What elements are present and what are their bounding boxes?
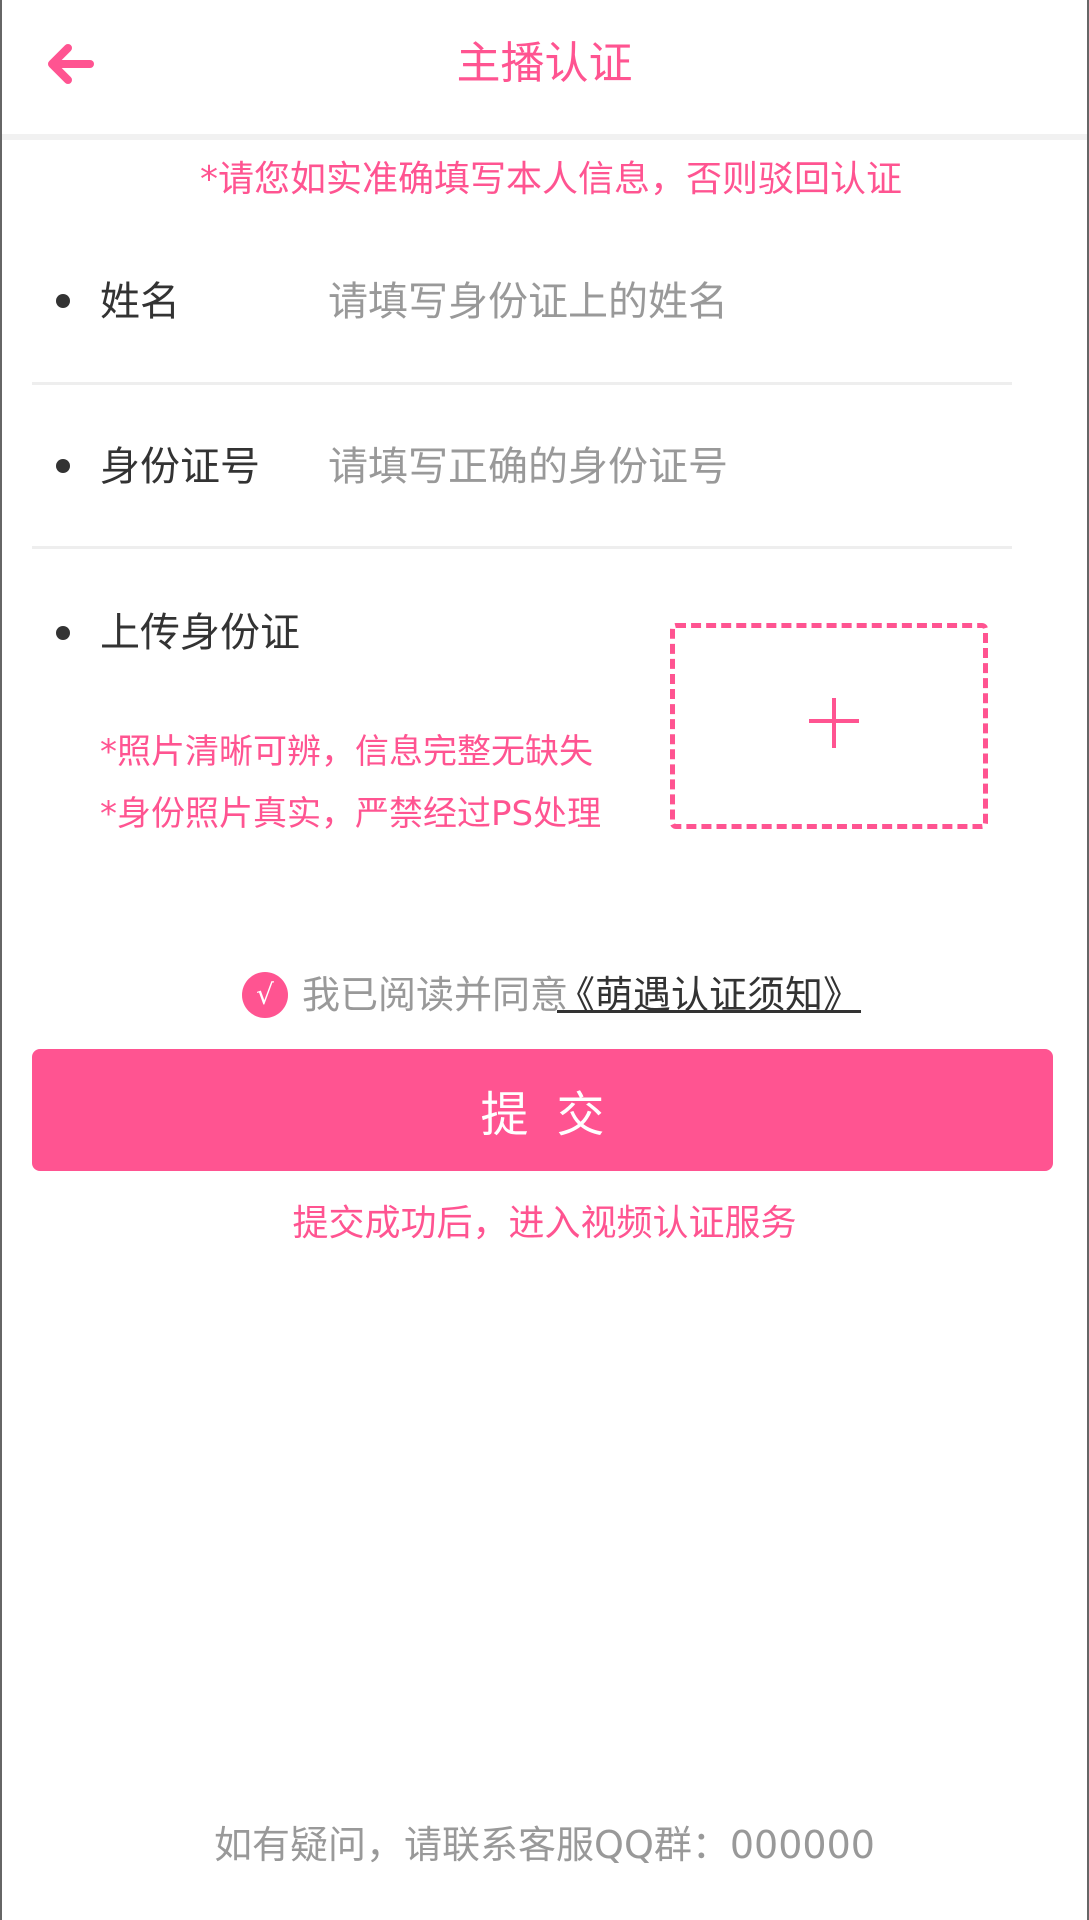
agree-text: 我已阅读并同意	[302, 973, 569, 1017]
row-divider	[32, 546, 1012, 549]
info-notice: *请您如实准确填写本人信息，否则驳回认证	[200, 159, 903, 200]
left-frame-border	[0, 0, 2, 1920]
upload-bullet	[56, 626, 70, 640]
plus-icon-vertical	[832, 698, 836, 748]
photo-tip-real: *身份照片真实，严禁经过PS处理	[100, 794, 602, 834]
photo-tip-clear: *照片清晰可辨，信息完整无缺失	[100, 732, 593, 772]
agreement-link[interactable]: 《萌遇认证须知》	[557, 968, 861, 1022]
id-number-label: 身份证号	[100, 444, 260, 490]
upload-id-photo-box[interactable]	[670, 623, 988, 829]
after-submit-note: 提交成功后，进入视频认证服务	[292, 1203, 797, 1244]
name-label: 姓名	[100, 279, 180, 325]
upload-id-label: 上传身份证	[100, 610, 300, 656]
header-divider	[2, 134, 1087, 140]
name-input[interactable]	[328, 274, 788, 330]
id-number-input[interactable]	[328, 439, 788, 495]
contact-footer: 如有疑问，请联系客服QQ群：000000	[214, 1823, 875, 1867]
id-bullet	[56, 459, 70, 473]
row-divider	[32, 382, 1012, 385]
page-title: 主播认证	[456, 38, 633, 89]
name-bullet	[56, 294, 70, 308]
agree-checkbox[interactable]: √	[242, 972, 288, 1018]
submit-button[interactable]: 提交	[32, 1049, 1053, 1171]
